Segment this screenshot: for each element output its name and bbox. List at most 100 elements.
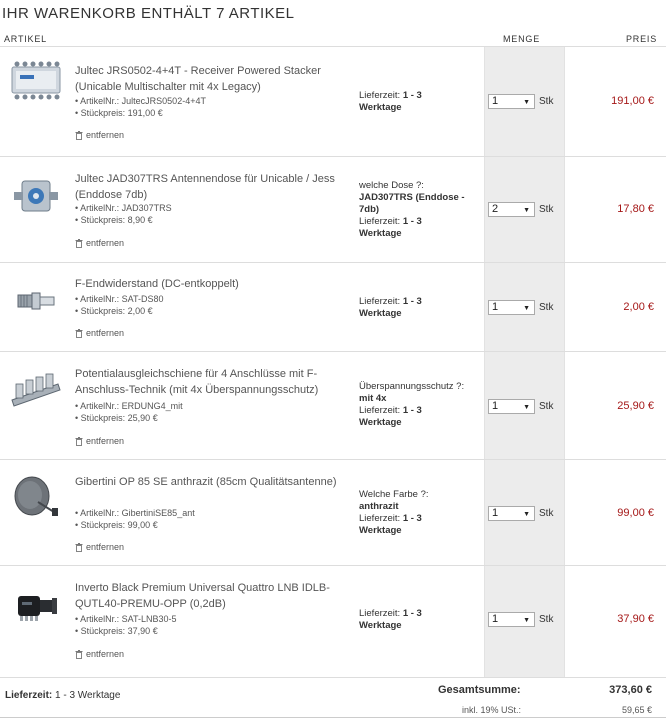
line-price: 2,00 € bbox=[623, 301, 654, 313]
lieferzeit-label: Lieferzeit: bbox=[359, 608, 401, 619]
cart-row: F-Endwiderstand (DC-entkoppelt) • Artike… bbox=[0, 263, 666, 352]
quantity-select[interactable]: 1 ▼ bbox=[488, 94, 535, 109]
unit-price: • Stückpreis: 2,00 € bbox=[75, 306, 153, 316]
lieferzeit-label: Lieferzeit: bbox=[359, 216, 401, 227]
lieferzeit-value: 1 - 3 bbox=[402, 405, 422, 416]
lieferzeit-value: 1 - 3 bbox=[402, 296, 422, 307]
remove-label: entfernen bbox=[86, 130, 125, 140]
article-number: • ArtikelNr.: ERDUNG4_mit bbox=[75, 401, 183, 411]
product-name[interactable]: Potentialausgleichschiene für 4 Anschlüs… bbox=[75, 366, 351, 398]
unit-label: Stk bbox=[539, 508, 554, 519]
product-name[interactable]: Inverto Black Premium Universal Quattro … bbox=[75, 580, 351, 612]
lieferzeit-label: Lieferzeit: bbox=[359, 90, 401, 101]
remove-label: entfernen bbox=[86, 436, 125, 446]
item-info: Lieferzeit: 1 - 3 Werktage bbox=[359, 296, 481, 320]
variant-value: mit 4x bbox=[359, 393, 387, 404]
article-number: • ArtikelNr.: GibertiniSE85_ant bbox=[75, 508, 195, 518]
item-info: Lieferzeit: 1 - 3 Werktage bbox=[359, 608, 481, 632]
remove-label: entfernen bbox=[86, 649, 125, 659]
remove-label: entfernen bbox=[86, 328, 125, 338]
lieferzeit-unit: Werktage bbox=[359, 620, 402, 631]
unit-label: Stk bbox=[539, 401, 554, 412]
line-price: 99,00 € bbox=[617, 507, 654, 519]
remove-label: entfernen bbox=[86, 238, 125, 248]
article-number: • ArtikelNr.: SAT-DS80 bbox=[75, 294, 164, 304]
quantity-value: 1 bbox=[492, 301, 499, 313]
delivery-label: Lieferzeit: bbox=[5, 690, 53, 701]
trash-icon bbox=[75, 238, 83, 248]
lieferzeit-unit: Werktage bbox=[359, 525, 402, 536]
remove-button[interactable]: entfernen bbox=[75, 130, 124, 140]
product-name[interactable]: Gibertini OP 85 SE anthrazit (85cm Quali… bbox=[75, 474, 351, 490]
select-arrow-icon: ▼ bbox=[523, 207, 530, 214]
satellite-dish-image[interactable] bbox=[8, 476, 64, 520]
quantity-value: 1 bbox=[492, 400, 499, 412]
cart-row: Inverto Black Premium Universal Quattro … bbox=[0, 566, 666, 678]
unit-price: • Stückpreis: 191,00 € bbox=[75, 108, 163, 118]
product-name[interactable]: Jultec JRS0502-4+4T - Receiver Powered S… bbox=[75, 63, 351, 95]
item-info: Überspannungsschutz ?: mit 4x Lieferzeit… bbox=[359, 381, 481, 429]
quantity-value: 1 bbox=[492, 613, 499, 625]
lieferzeit-unit: Werktage bbox=[359, 102, 402, 113]
total-value: 373,60 € bbox=[609, 684, 652, 696]
remove-button[interactable]: entfernen bbox=[75, 436, 124, 446]
article-number: • ArtikelNr.: SAT-LNB30-5 bbox=[75, 614, 177, 624]
quantity-value: 1 bbox=[492, 95, 499, 107]
item-info: Lieferzeit: 1 - 3 Werktage bbox=[359, 90, 481, 114]
select-arrow-icon: ▼ bbox=[523, 99, 530, 106]
multiswitch-image[interactable] bbox=[8, 59, 64, 103]
antenna-socket-image[interactable] bbox=[8, 175, 64, 219]
item-info: Welche Farbe ?: anthrazit Lieferzeit: 1 … bbox=[359, 489, 481, 537]
lieferzeit-label: Lieferzeit: bbox=[359, 296, 401, 307]
line-price: 37,90 € bbox=[617, 613, 654, 625]
line-price: 191,00 € bbox=[611, 95, 654, 107]
line-price: 17,80 € bbox=[617, 203, 654, 215]
cart-summary: Lieferzeit: 1 - 3 Werktage Gesamtsumme: … bbox=[0, 678, 666, 720]
cart-row: Gibertini OP 85 SE anthrazit (85cm Quali… bbox=[0, 460, 666, 566]
unit-label: Stk bbox=[539, 614, 554, 625]
quantity-select[interactable]: 1 ▼ bbox=[488, 506, 535, 521]
grounding-bar-image[interactable] bbox=[8, 370, 64, 414]
variant-value: JAD307TRS (Enddose - 7db) bbox=[359, 192, 465, 215]
lieferzeit-value: 1 - 3 bbox=[402, 216, 422, 227]
unit-label: Stk bbox=[539, 204, 554, 215]
quantity-value: 1 bbox=[492, 507, 499, 519]
column-header-menge: MENGE bbox=[503, 34, 541, 44]
remove-button[interactable]: entfernen bbox=[75, 238, 124, 248]
column-header-preis: PREIS bbox=[626, 34, 658, 44]
lieferzeit-label: Lieferzeit: bbox=[359, 513, 401, 524]
cart-row: Potentialausgleichschiene für 4 Anschlüs… bbox=[0, 352, 666, 460]
trash-icon bbox=[75, 130, 83, 140]
lieferzeit-value: 1 - 3 bbox=[402, 90, 422, 101]
remove-button[interactable]: entfernen bbox=[75, 649, 124, 659]
quantity-select[interactable]: 1 ▼ bbox=[488, 300, 535, 315]
item-info: welche Dose ?: JAD307TRS (Enddose - 7db)… bbox=[359, 180, 481, 240]
quantity-select[interactable]: 2 ▼ bbox=[488, 202, 535, 217]
remove-button[interactable]: entfernen bbox=[75, 542, 124, 552]
line-price: 25,90 € bbox=[617, 400, 654, 412]
terminator-image[interactable] bbox=[8, 279, 64, 323]
unit-price: • Stückpreis: 8,90 € bbox=[75, 215, 153, 225]
select-arrow-icon: ▼ bbox=[523, 617, 530, 624]
quantity-select[interactable]: 1 ▼ bbox=[488, 399, 535, 414]
remove-label: entfernen bbox=[86, 542, 125, 552]
quantity-select[interactable]: 1 ▼ bbox=[488, 612, 535, 627]
article-number: • ArtikelNr.: JAD307TRS bbox=[75, 203, 172, 213]
unit-label: Stk bbox=[539, 96, 554, 107]
trash-icon bbox=[75, 649, 83, 659]
product-name[interactable]: F-Endwiderstand (DC-entkoppelt) bbox=[75, 276, 351, 292]
tax-label: inkl. 19% USt.: bbox=[462, 705, 522, 715]
lieferzeit-unit: Werktage bbox=[359, 417, 402, 428]
lnb-image[interactable] bbox=[8, 584, 64, 628]
select-arrow-icon: ▼ bbox=[523, 404, 530, 411]
select-arrow-icon: ▼ bbox=[523, 305, 530, 312]
remove-button[interactable]: entfernen bbox=[75, 328, 124, 338]
delivery-summary: Lieferzeit: 1 - 3 Werktage bbox=[5, 690, 120, 701]
unit-price: • Stückpreis: 37,90 € bbox=[75, 626, 158, 636]
lieferzeit-unit: Werktage bbox=[359, 308, 402, 319]
product-name[interactable]: Jultec JAD307TRS Antennendose für Unicab… bbox=[75, 171, 351, 203]
trash-icon bbox=[75, 542, 83, 552]
lieferzeit-value: 1 - 3 bbox=[402, 608, 422, 619]
article-number: • ArtikelNr.: JultecJRS0502-4+4T bbox=[75, 96, 206, 106]
lieferzeit-value: 1 - 3 bbox=[402, 513, 422, 524]
